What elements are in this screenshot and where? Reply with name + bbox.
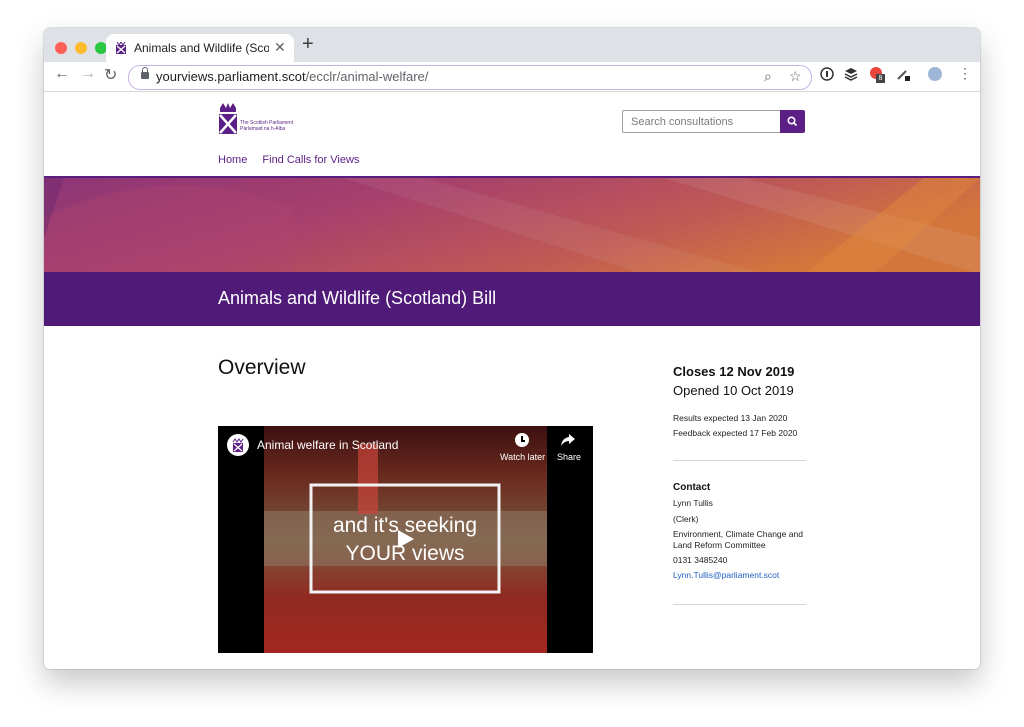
hero-banner [44, 176, 980, 274]
nav-home-link[interactable]: Home [218, 154, 247, 166]
tab-strip: Animals and Wildlife (Scotland) ✕ + [44, 28, 980, 62]
results-expected: Results expected 13 Jan 2020 [673, 413, 788, 423]
video-caption-line-1: and it's seeking [333, 514, 477, 537]
search-button[interactable] [780, 110, 805, 133]
close-window-button[interactable] [55, 42, 67, 54]
back-icon[interactable]: ← [54, 65, 70, 83]
tab-close-icon[interactable]: ✕ [274, 39, 286, 56]
password-manager-icon[interactable] [820, 67, 834, 81]
browser-tab[interactable]: Animals and Wildlife (Scotland) ✕ [106, 34, 294, 62]
logo-line-2: Pàrlamaid na h-Alba [240, 126, 286, 132]
watch-later-label[interactable]: Watch later [500, 452, 545, 462]
reload-icon[interactable]: ↻ [104, 65, 117, 85]
hero-graphic [44, 178, 980, 274]
opened-date: Opened 10 Oct 2019 [673, 383, 794, 398]
contact-name: Lynn Tullis [673, 498, 713, 508]
nav-find-calls-link[interactable]: Find Calls for Views [262, 154, 359, 166]
new-tab-button[interactable]: + [302, 33, 314, 56]
contact-role: (Clerk) [673, 514, 699, 524]
forward-icon[interactable]: → [80, 65, 96, 83]
search-field[interactable] [622, 110, 782, 133]
buffer-icon[interactable] [844, 67, 858, 81]
contact-email-link[interactable]: Lynn.Tullis@parliament.scot [673, 569, 813, 581]
share-label[interactable]: Share [557, 452, 581, 462]
closes-date: Closes 12 Nov 2019 [673, 364, 795, 379]
divider [673, 604, 806, 605]
profile-avatar[interactable] [928, 67, 942, 81]
contact-heading: Contact [673, 482, 711, 493]
address-bar[interactable]: yourviews.parliament.scot/ecclr/animal-w… [128, 65, 812, 90]
video-caption-line-2: YOUR views [345, 542, 464, 565]
search-input[interactable] [623, 111, 779, 132]
bookmark-star-icon[interactable]: ☆ [789, 68, 802, 85]
contact-committee-line-2: Land Reform Committee [673, 540, 766, 550]
web-page: The Scottish Parliament Pàrlamaid na h-A… [44, 92, 980, 669]
browser-toolbar: ← → ↻ yourviews.parliament.scot/ecclr/an… [44, 62, 980, 92]
section-heading: Overview [218, 356, 306, 379]
extension-badge-count: 8 [876, 74, 885, 83]
share-icon[interactable] [561, 434, 575, 446]
extension-badge-icon[interactable]: 8 [870, 67, 885, 83]
browser-window: Animals and Wildlife (Scotland) ✕ + ← → … [44, 28, 980, 669]
channel-avatar-icon[interactable] [227, 434, 249, 456]
site-logo[interactable]: The Scottish Parliament Pàrlamaid na h-A… [218, 102, 308, 140]
main-nav: Home Find Calls for Views [218, 154, 371, 166]
divider [673, 460, 806, 461]
clock-icon[interactable] [515, 433, 529, 447]
minimize-window-button[interactable] [75, 42, 87, 54]
tab-title: Animals and Wildlife (Scotland) [134, 41, 269, 55]
search-icon [787, 116, 798, 127]
contact-phone: 0131 3485240 [673, 555, 728, 565]
favicon-icon [116, 42, 126, 54]
feedback-expected: Feedback expected 17 Feb 2020 [673, 428, 798, 438]
video-player[interactable]: and it's seeking YOUR views Animal welfa… [218, 426, 593, 653]
eyedropper-icon[interactable] [896, 67, 910, 81]
video-title[interactable]: Animal welfare in Scotland [257, 438, 398, 452]
page-title: Animals and Wildlife (Scotland) Bill [218, 288, 497, 308]
url-text[interactable]: yourviews.parliament.scot/ecclr/animal-w… [156, 69, 428, 84]
title-banner: Animals and Wildlife (Scotland) Bill [44, 272, 980, 326]
crest-icon [219, 103, 237, 134]
lock-icon [141, 67, 149, 79]
zoom-icon[interactable]: ⌕ [764, 68, 772, 85]
window-controls [55, 42, 107, 54]
menu-icon[interactable]: ⋮ [958, 65, 972, 82]
